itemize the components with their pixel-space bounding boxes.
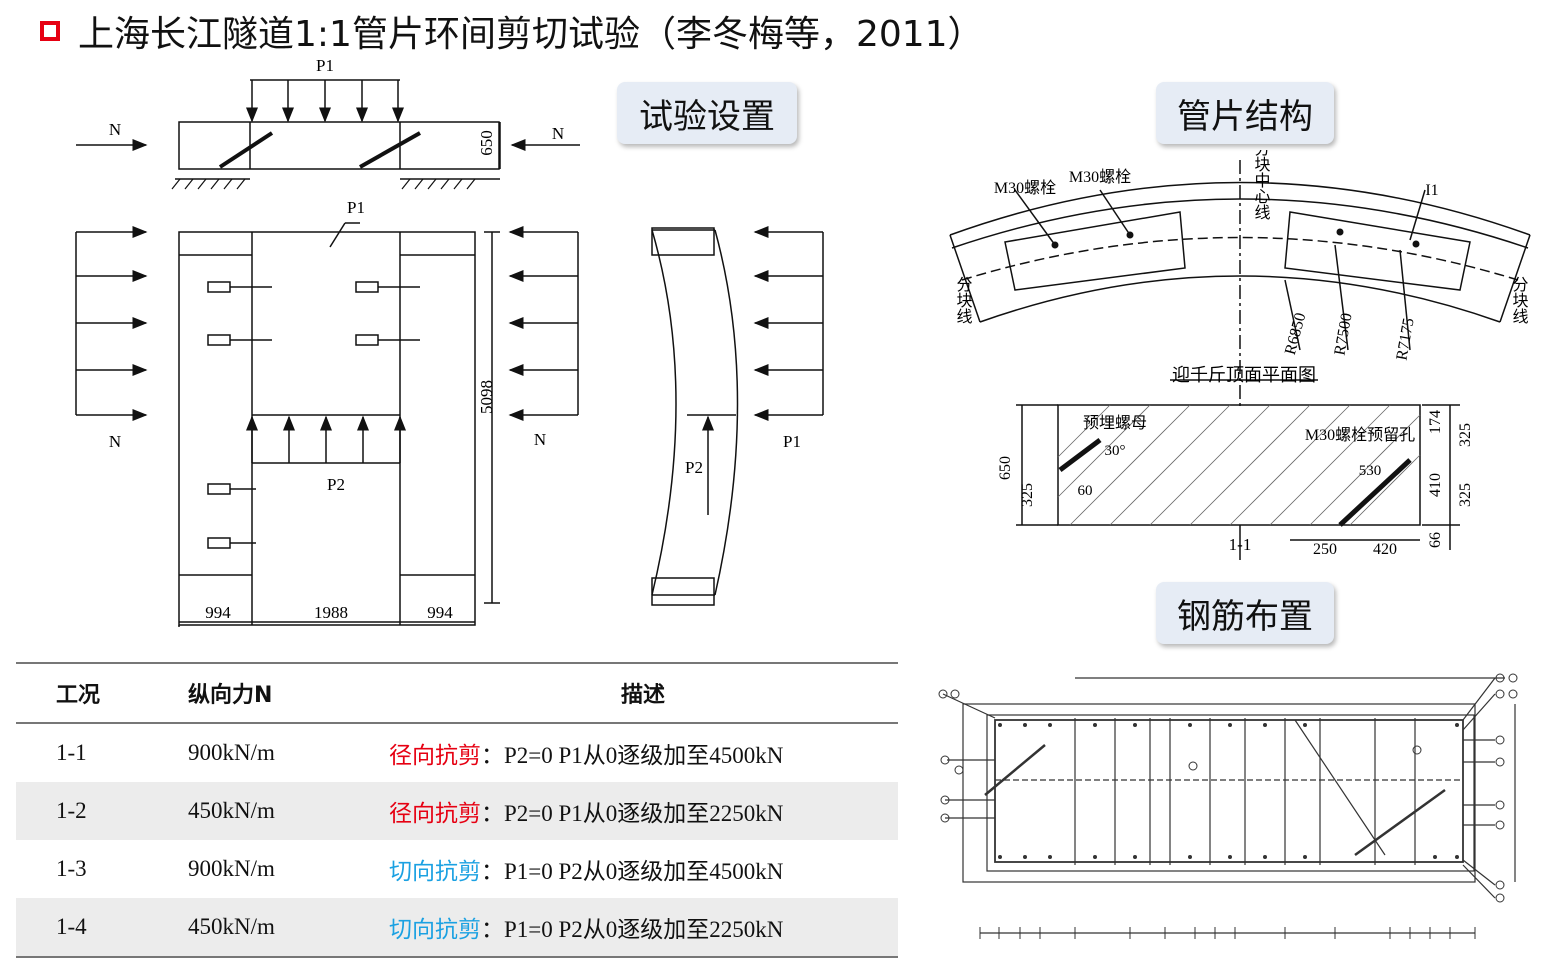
setup-h5098: 5098 xyxy=(477,380,496,414)
table-row: 1-3 900kN/m 切向抗剪：P1=0 P2从0逐级加至4500kN xyxy=(16,840,898,898)
title-square-icon xyxy=(40,21,60,41)
setup-p2-plan: P2 xyxy=(327,475,345,494)
segment-mark: I1 xyxy=(1425,182,1438,199)
table-row: 1-1 900kN/m 径向抗剪：P2=0 P1从0逐级加至4500kN xyxy=(16,723,898,782)
row-case: 1-1 xyxy=(56,740,87,765)
segment-d60: 60 xyxy=(1078,483,1093,499)
segment-r7175: R7175 xyxy=(1393,317,1417,362)
label-rebar: 钢筋布置 xyxy=(1156,582,1334,644)
segment-r6850: R6850 xyxy=(1282,311,1309,357)
segment-d174: 174 xyxy=(1427,410,1444,434)
row-type: 切向抗剪 xyxy=(389,859,481,885)
setup-p1-plan: P1 xyxy=(347,198,365,217)
setup-h650: 650 xyxy=(477,130,496,156)
setup-w1988: 1988 xyxy=(314,603,348,622)
row-desc: ：P2=0 P1从0逐级加至2250kN xyxy=(481,801,784,826)
segment-split-left: 分块线 xyxy=(954,276,973,324)
segment-d420: 420 xyxy=(1373,541,1397,558)
rebar-diagram xyxy=(938,673,1518,939)
segment-d325a: 325 xyxy=(1457,423,1474,447)
test-conditions-table: 工况 纵向力N 描述 1-1 900kN/m 径向抗剪：P2=0 P1从0逐级加… xyxy=(16,662,898,958)
setup-w994-right: 994 xyxy=(427,603,453,622)
segment-plan-title: 迎千斤顶面平面图 xyxy=(1172,365,1316,385)
segment-d325b: 325 xyxy=(1457,483,1474,507)
segment-d30: 30° xyxy=(1105,443,1126,459)
segment-r7500: R7500 xyxy=(1331,312,1355,357)
segment-d325c: 325 xyxy=(1019,483,1036,507)
segment-bolt-1: M30螺栓 xyxy=(994,179,1056,197)
row-type: 径向抗剪 xyxy=(389,743,481,769)
segment-diagram: M30螺栓 M30螺栓 分块中心线 分块线 分块线 R6850 R7500 R7… xyxy=(949,150,1531,560)
header-force: 纵向力N xyxy=(187,662,359,724)
row-force: 900kN/m xyxy=(188,740,275,765)
segment-split-right: 分块线 xyxy=(1510,276,1529,324)
setup-w994-left: 994 xyxy=(205,603,231,622)
setup-n-right-top: N xyxy=(552,124,564,143)
header-case: 工况 xyxy=(16,662,187,724)
segment-d66: 66 xyxy=(1427,532,1444,548)
row-case: 1-3 xyxy=(56,856,87,881)
setup-n-left: N xyxy=(109,432,121,451)
row-force: 450kN/m xyxy=(187,898,359,958)
label-segment: 管片结构 xyxy=(1156,82,1334,144)
segment-section: 1-1 xyxy=(1229,535,1252,554)
setup-p1-side: P1 xyxy=(783,432,801,451)
row-force: 900kN/m xyxy=(188,856,275,881)
page-title: 上海长江隧道1:1管片环间剪切试验（李冬梅等，2011） xyxy=(40,6,984,56)
table-row: 1-4 450kN/m 切向抗剪：P1=0 P2从0逐级加至2250kN xyxy=(16,898,898,958)
segment-d530: 530 xyxy=(1359,463,1382,479)
row-case: 1-4 xyxy=(16,898,187,958)
setup-diagram: P1 N N 650 P1 P2 N N 5098 994 1988 994 P… xyxy=(75,56,824,627)
segment-d650: 650 xyxy=(997,456,1014,480)
row-type: 径向抗剪 xyxy=(389,801,481,827)
row-case: 1-2 xyxy=(16,782,187,840)
segment-center-line: 分块中心线 xyxy=(1252,150,1271,220)
table-row: 1-2 450kN/m 径向抗剪：P2=0 P1从0逐级加至2250kN xyxy=(16,782,898,840)
header-desc: 描述 xyxy=(359,662,898,724)
segment-bolt-2: M30螺栓 xyxy=(1069,168,1131,186)
segment-d250: 250 xyxy=(1313,541,1337,558)
segment-nut: 预埋螺母 xyxy=(1083,414,1147,432)
row-desc: ：P1=0 P2从0逐级加至4500kN xyxy=(481,859,784,884)
row-desc: ：P2=0 P1从0逐级加至4500kN xyxy=(481,743,784,768)
table-header-row: 工况 纵向力N 描述 xyxy=(16,662,898,724)
segment-d410: 410 xyxy=(1427,473,1444,497)
setup-n-left-top: N xyxy=(109,120,121,139)
row-force: 450kN/m xyxy=(187,782,359,840)
setup-n-right: N xyxy=(534,430,546,449)
setup-p1-top: P1 xyxy=(316,56,334,75)
segment-hole: M30螺栓预留孔 xyxy=(1305,426,1415,444)
row-desc: ：P1=0 P2从0逐级加至2250kN xyxy=(481,917,784,942)
title-text: 上海长江隧道1:1管片环间剪切试验（李冬梅等，2011） xyxy=(78,14,984,55)
setup-p2-side: P2 xyxy=(685,458,703,477)
row-type: 切向抗剪 xyxy=(389,917,481,943)
